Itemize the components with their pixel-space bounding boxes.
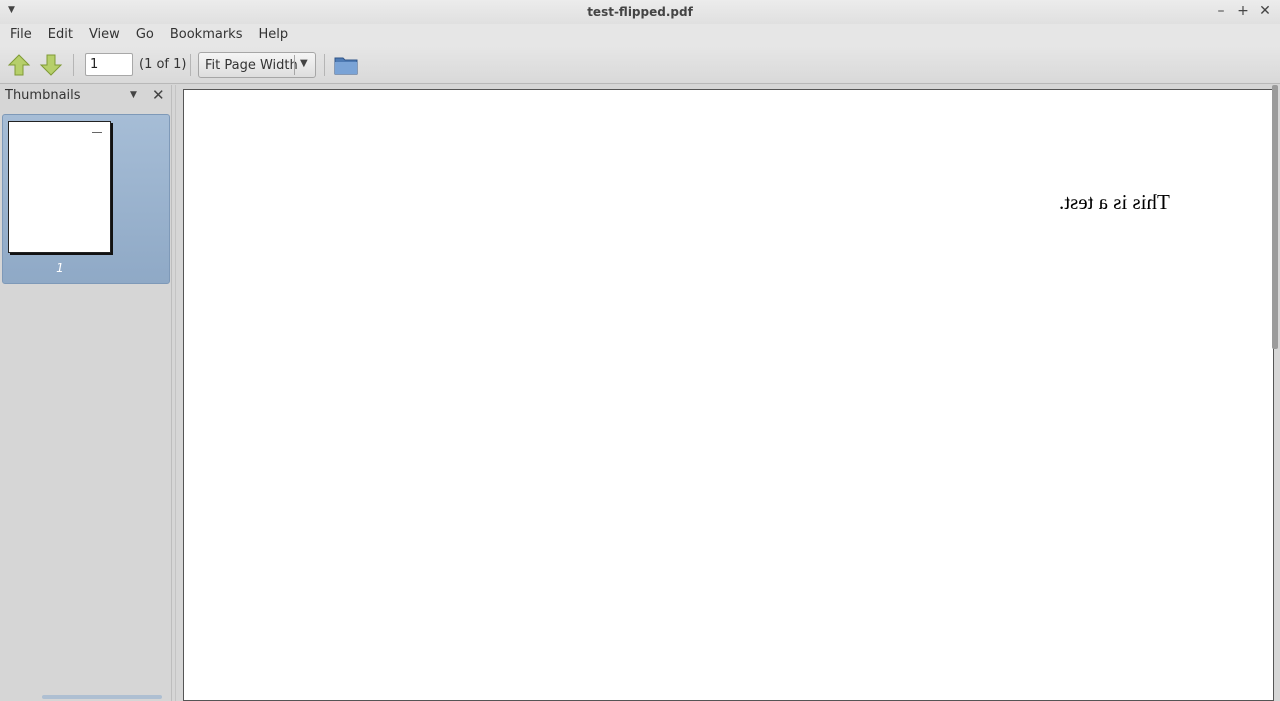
- folder-icon: [334, 57, 358, 75]
- menu-help[interactable]: Help: [250, 24, 296, 46]
- sidebar-header: Thumbnails ▼ ✕: [0, 85, 172, 107]
- toolbar: 1 (1 of 1) Fit Page Width ▼: [0, 46, 1280, 84]
- thumbnail-item[interactable]: 1: [2, 114, 170, 284]
- title-bar: ▼ test-flipped.pdf – + ✕: [0, 0, 1280, 24]
- open-file-button[interactable]: [334, 53, 358, 77]
- arrow-down-icon: [39, 54, 63, 76]
- chevron-down-icon: ▼: [300, 58, 308, 69]
- toolbar-separator: [190, 54, 191, 76]
- viewer-scrollbar[interactable]: [1272, 85, 1278, 349]
- thumbnails-sidebar: Thumbnails ▼ ✕ 1: [0, 85, 172, 701]
- menu-bar: File Edit View Go Bookmarks Help: [0, 24, 1280, 46]
- previous-page-button[interactable]: [7, 53, 31, 77]
- zoom-select[interactable]: Fit Page Width ▼: [198, 52, 316, 78]
- sidebar-scrollbar[interactable]: [42, 695, 162, 699]
- menu-view[interactable]: View: [81, 24, 128, 46]
- thumbnail-page-number: 1: [56, 261, 64, 275]
- arrow-up-icon: [7, 54, 31, 76]
- minimize-icon[interactable]: –: [1214, 3, 1228, 19]
- page-number-input[interactable]: 1: [85, 53, 133, 76]
- page-count-label: (1 of 1): [139, 57, 187, 72]
- next-page-button[interactable]: [39, 53, 63, 77]
- document-page: This is a test.: [183, 89, 1274, 701]
- close-icon[interactable]: ✕: [1258, 3, 1272, 19]
- thumbnail-page-preview: [8, 121, 111, 253]
- menu-go[interactable]: Go: [128, 24, 162, 46]
- toolbar-separator: [73, 54, 74, 76]
- sidebar-dropdown-icon[interactable]: ▼: [130, 90, 137, 100]
- toolbar-separator: [324, 54, 325, 76]
- menu-file[interactable]: File: [2, 24, 40, 46]
- window-title: test-flipped.pdf: [587, 5, 693, 19]
- maximize-icon[interactable]: +: [1236, 3, 1250, 19]
- document-viewer[interactable]: This is a test.: [175, 85, 1280, 701]
- menu-edit[interactable]: Edit: [40, 24, 81, 46]
- sidebar-title: Thumbnails: [5, 88, 81, 103]
- menu-bookmarks[interactable]: Bookmarks: [162, 24, 251, 46]
- zoom-select-value: Fit Page Width: [205, 58, 298, 73]
- page-text: This is a test.: [1059, 190, 1170, 214]
- sidebar-close-icon[interactable]: ✕: [152, 86, 165, 104]
